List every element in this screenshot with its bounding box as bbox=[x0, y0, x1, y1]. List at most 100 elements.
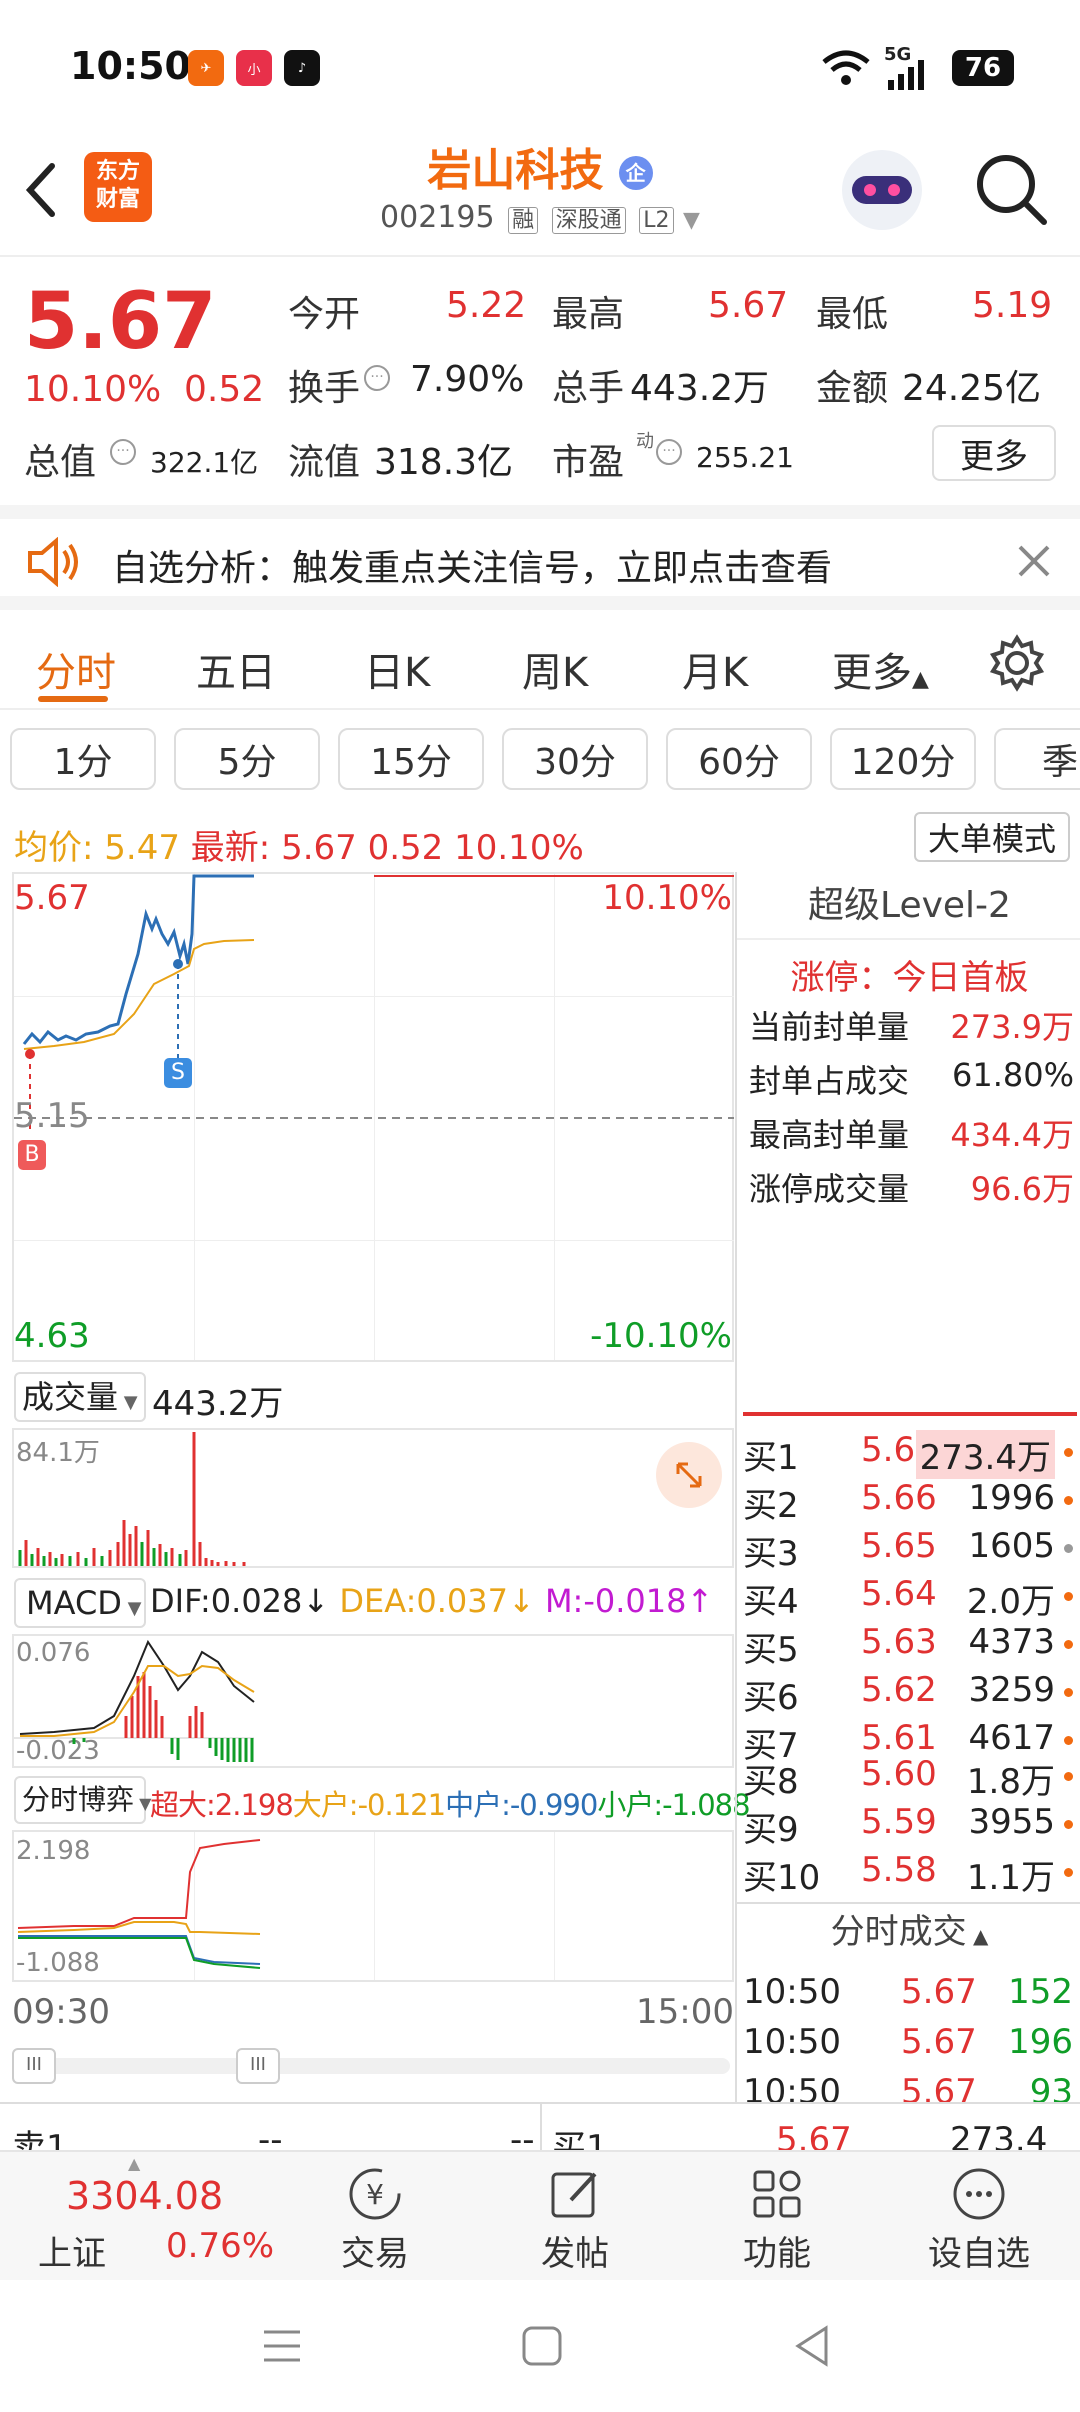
buy-marker[interactable]: B bbox=[18, 1140, 46, 1170]
pe-dynamic-tag: 动 bbox=[636, 431, 654, 452]
more-button[interactable]: 更多 bbox=[932, 425, 1056, 481]
volume-value: 443.2万 bbox=[630, 368, 770, 409]
chart-tabs: 分时 五日 日K 周K 月K 更多▲ bbox=[0, 610, 1080, 710]
expand-icon[interactable] bbox=[656, 1442, 722, 1508]
period-60min[interactable]: 60分 bbox=[666, 728, 812, 790]
period-15min[interactable]: 15分 bbox=[338, 728, 484, 790]
robot-assistant-icon[interactable] bbox=[842, 150, 922, 230]
nav-trade[interactable]: ¥ 交易 bbox=[310, 2152, 440, 2282]
tab-more[interactable]: 更多▲ bbox=[832, 640, 929, 698]
nav-functions[interactable]: 功能 bbox=[712, 2152, 842, 2282]
level2-panel: 超级Level-2 涨停：今日首板 当前封单量 273.9万 封单占成交 61.… bbox=[735, 872, 1080, 2112]
amount-label: 金额 bbox=[816, 368, 889, 409]
axis-mid-price: 5.15 bbox=[14, 1096, 90, 1136]
period-1min[interactable]: 1分 bbox=[10, 728, 156, 790]
tab-intraday[interactable]: 分时 bbox=[36, 640, 116, 698]
nav-post[interactable]: 发帖 bbox=[510, 2152, 640, 2282]
time-range-scrollbar[interactable]: III III bbox=[12, 2048, 730, 2084]
capital-super: 超大:2.198 bbox=[150, 1788, 294, 1822]
bid-label: 买9 bbox=[743, 1810, 799, 1850]
bid-price: 5.62 bbox=[861, 1670, 937, 1710]
capital-indicator-select[interactable]: 分时博弈 ▼ bbox=[14, 1776, 151, 1824]
bid-volume: 4373 bbox=[968, 1622, 1055, 1662]
period-30min[interactable]: 30分 bbox=[502, 728, 648, 790]
trade-volume: 152 bbox=[1008, 1972, 1073, 2012]
macd-values: DIF:0.028↓ DEA:0.037↓ M:-0.018↑ bbox=[150, 1582, 713, 1620]
tab-five-day[interactable]: 五日 bbox=[196, 640, 276, 698]
search-icon[interactable] bbox=[972, 150, 1052, 230]
macd-m: M:-0.018↑ bbox=[544, 1582, 714, 1620]
close-icon[interactable] bbox=[1016, 543, 1052, 579]
nav-post-label: 发帖 bbox=[541, 2234, 609, 2274]
avg-value: 5.47 bbox=[104, 828, 180, 868]
buy1-label: 买1 bbox=[552, 2128, 608, 2150]
status-time: 10:50 bbox=[70, 44, 191, 88]
sell1-volume: -- bbox=[510, 2120, 535, 2150]
tiktok-icon: ♪ bbox=[284, 50, 320, 86]
tab-week-k[interactable]: 周K bbox=[522, 640, 588, 698]
index-change: 0.76% bbox=[166, 2226, 275, 2266]
period-5min[interactable]: 5分 bbox=[174, 728, 320, 790]
battery-icon: 76 bbox=[952, 50, 1014, 86]
index-name: 上证 bbox=[38, 2234, 106, 2274]
float-label: 流值 bbox=[288, 442, 361, 483]
orderbook-bids-lower[interactable]: 买8 5.60 1.8万 买9 5.59 3955 买10 5.58 1.1万 bbox=[737, 1760, 1080, 1904]
bid-label: 买4 bbox=[743, 1582, 799, 1622]
bid-dot bbox=[1064, 1640, 1073, 1649]
capital-values: 超大:2.198大户:-0.121中户:-0.990小户:-1.088 bbox=[150, 1782, 751, 1824]
trade-row: 10:50 5.67 196 bbox=[743, 2022, 1073, 2070]
menu-icon[interactable] bbox=[260, 2324, 304, 2368]
capital-small: 小户:-1.088 bbox=[597, 1788, 750, 1822]
bid-row: 买7 5.61 4617 bbox=[743, 1718, 1073, 1760]
orderbook-bids[interactable]: 买1 5.67 273.4万 买2 5.66 1996 买3 5.65 1605 买4 5.6… bbox=[737, 1424, 1080, 1760]
capital-medium: 中户:-0.990 bbox=[445, 1788, 598, 1822]
range-handle-right[interactable]: III bbox=[236, 2048, 280, 2084]
home-icon[interactable] bbox=[520, 2324, 564, 2368]
bid-row: 买5 5.63 4373 bbox=[743, 1622, 1073, 1670]
notice-text: 自选分析：触发重点关注信号，立即点击查看 bbox=[112, 548, 833, 589]
intraday-price-line bbox=[14, 874, 734, 1134]
nav-add-watchlist[interactable]: 设自选 bbox=[914, 2152, 1044, 2282]
sell1-price: -- bbox=[258, 2120, 283, 2150]
bid-price: 5.61 bbox=[861, 1718, 937, 1758]
trades-title[interactable]: 分时成交 ▲ bbox=[737, 1902, 1080, 1958]
macd-indicator-select[interactable]: MACD ▼ bbox=[14, 1578, 146, 1628]
index-ticker[interactable]: ▲ 3304.08 上证 0.76% bbox=[0, 2152, 290, 2282]
axis-bottom-price: 4.63 bbox=[14, 1316, 90, 1356]
trade-price: 5.67 bbox=[901, 2022, 977, 2062]
trade-row: 10:50 5.67 152 bbox=[743, 1972, 1073, 2020]
enterprise-badge: 企 bbox=[618, 156, 653, 190]
sell-marker[interactable]: S bbox=[164, 1058, 192, 1088]
edit-icon bbox=[545, 2164, 605, 2224]
tab-day-k[interactable]: 日K bbox=[364, 640, 430, 698]
macd-dif: DIF:0.028↓ bbox=[150, 1582, 330, 1620]
back-nav-icon[interactable] bbox=[790, 2324, 834, 2368]
dropdown-icon[interactable]: ▼ bbox=[683, 208, 700, 233]
info-icon[interactable]: ··· bbox=[656, 439, 682, 465]
capital-lines bbox=[17, 1839, 261, 1969]
volume-indicator-select[interactable]: 成交量 ▼ bbox=[14, 1372, 146, 1422]
info-icon[interactable]: ··· bbox=[110, 439, 136, 465]
tag-l2: L2 bbox=[639, 207, 674, 234]
big-order-mode-button[interactable]: 大单模式 bbox=[914, 812, 1070, 862]
xiaohongshu-icon: 小 bbox=[236, 50, 272, 86]
price-chart[interactable]: 5.67 10.10% 5.15 4.63 -10.10% B S bbox=[12, 872, 734, 1362]
range-handle-left[interactable]: III bbox=[12, 2048, 56, 2084]
orderbook-divider bbox=[743, 1412, 1077, 1416]
bid-row: 买2 5.66 1996 bbox=[743, 1478, 1073, 1526]
bid-price: 5.63 bbox=[861, 1622, 937, 1662]
nav-add-watchlist-label: 设自选 bbox=[928, 2234, 1030, 2274]
tab-month-k[interactable]: 月K bbox=[682, 640, 748, 698]
low-label: 最低 bbox=[816, 294, 889, 335]
level2-title[interactable]: 超级Level-2 bbox=[737, 872, 1080, 940]
settings-gear-icon[interactable] bbox=[988, 634, 1046, 692]
period-quarter[interactable]: 季 bbox=[994, 728, 1080, 790]
period-120min[interactable]: 120分 bbox=[830, 728, 976, 790]
more-dots-icon bbox=[949, 2164, 1009, 2224]
bottom-nav: ▲ 3304.08 上证 0.76% ¥ 交易 发帖 功能 设自选 bbox=[0, 2150, 1080, 2280]
bid-row: 买1 5.67 273.4万 bbox=[743, 1430, 1073, 1479]
trade-time: 10:50 bbox=[743, 2022, 841, 2062]
info-icon[interactable]: ··· bbox=[364, 365, 390, 391]
trade-price: 5.67 bbox=[901, 1972, 977, 2012]
notice-bar[interactable]: 自选分析：触发重点关注信号，立即点击查看 bbox=[0, 505, 1080, 610]
